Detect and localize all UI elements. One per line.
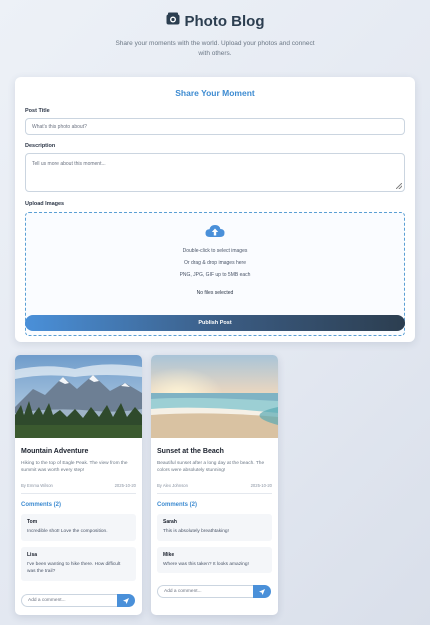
send-icon: [259, 588, 265, 595]
comment-text: Where was this taken? It looks amazing!: [163, 561, 249, 567]
description-placeholder: Tell us more about this moment...: [32, 161, 106, 167]
comment-author: Mike: [163, 551, 175, 558]
post-date: 2025-10-20: [250, 483, 272, 488]
upload-file-types: PNG, JPG, GIF up to 5MB each: [179, 272, 251, 278]
post-title-label: Post Title: [25, 108, 50, 114]
publish-post-button[interactable]: Publish Post: [25, 315, 405, 331]
page-header: Photo Blog Share your moments with the w…: [0, 0, 430, 59]
upload-instruction: Double-click to select images: [182, 248, 248, 254]
post-author: By Emma Wilson: [21, 483, 53, 488]
resize-handle-icon[interactable]: [396, 183, 402, 189]
post-title: Sunset at the Beach: [157, 448, 224, 455]
comment-item: Tom Incredible shot! Love the compositio…: [21, 514, 136, 541]
comments-heading: Comments (2): [21, 502, 62, 508]
comment-author: Tom: [27, 519, 38, 525]
comment-placeholder: Add a comment...: [28, 598, 66, 603]
description-label: Description: [25, 143, 56, 149]
post-author: By Alex Johnson: [157, 483, 188, 488]
description-textarea[interactable]: Tell us more about this moment...: [25, 153, 405, 192]
send-icon: [123, 597, 129, 604]
comment-item: Lisa I've been wanting to hike there. Ho…: [21, 546, 136, 582]
send-comment-button[interactable]: [253, 585, 271, 598]
page-subtitle: Share your moments with the world. Uploa…: [115, 40, 315, 57]
post-title-placeholder: What's this photo about?: [32, 123, 87, 130]
comment-text: This is absolutely breathtaking!: [163, 529, 229, 534]
post-description: Beautiful sunset after a long day at the…: [157, 461, 265, 474]
comment-input[interactable]: Add a comment...: [157, 585, 253, 598]
comment-form: Add a comment...: [157, 585, 271, 598]
comment-author: Sarah: [163, 519, 177, 525]
page-title: Photo Blog: [184, 12, 265, 30]
form-heading: Share Your Moment: [175, 88, 255, 98]
comments-heading: Comments (2): [157, 502, 198, 508]
camera-icon: [166, 12, 180, 30]
comment-item: Mike Where was this taken? It looks amaz…: [157, 546, 272, 574]
comment-text: Incredible shot! Love the composition.: [27, 529, 108, 534]
upload-drag-hint: Or drag & drop images here: [184, 260, 246, 266]
post-description: Hiking to the top of Eagle Peak. The vie…: [21, 461, 128, 474]
create-post-form: Share Your Moment Post Title What's this…: [15, 77, 415, 342]
post-card: Mountain Adventure Hiking to the top of …: [15, 355, 142, 615]
post-title: Mountain Adventure: [21, 448, 89, 455]
send-comment-button[interactable]: [117, 594, 135, 607]
post-image-mountain: [15, 355, 142, 438]
cloud-upload-icon: [26, 224, 404, 243]
comment-input[interactable]: Add a comment...: [21, 594, 117, 607]
post-title-input[interactable]: What's this photo about?: [25, 118, 405, 135]
comment-item: Sarah This is absolutely breathtaking!: [157, 514, 272, 541]
post-card: Sunset at the Beach Beautiful sunset aft…: [151, 355, 278, 615]
post-date: 2025-10-20: [114, 483, 136, 488]
comment-placeholder: Add a comment...: [164, 589, 202, 594]
comment-author: Lisa: [27, 551, 38, 558]
upload-status: No files selected: [196, 290, 234, 296]
comment-form: Add a comment...: [21, 594, 135, 607]
comment-text: I've been wanting to hike there. How dif…: [27, 561, 121, 575]
upload-label: Upload Images: [25, 201, 65, 207]
post-image-beach: [151, 355, 278, 438]
